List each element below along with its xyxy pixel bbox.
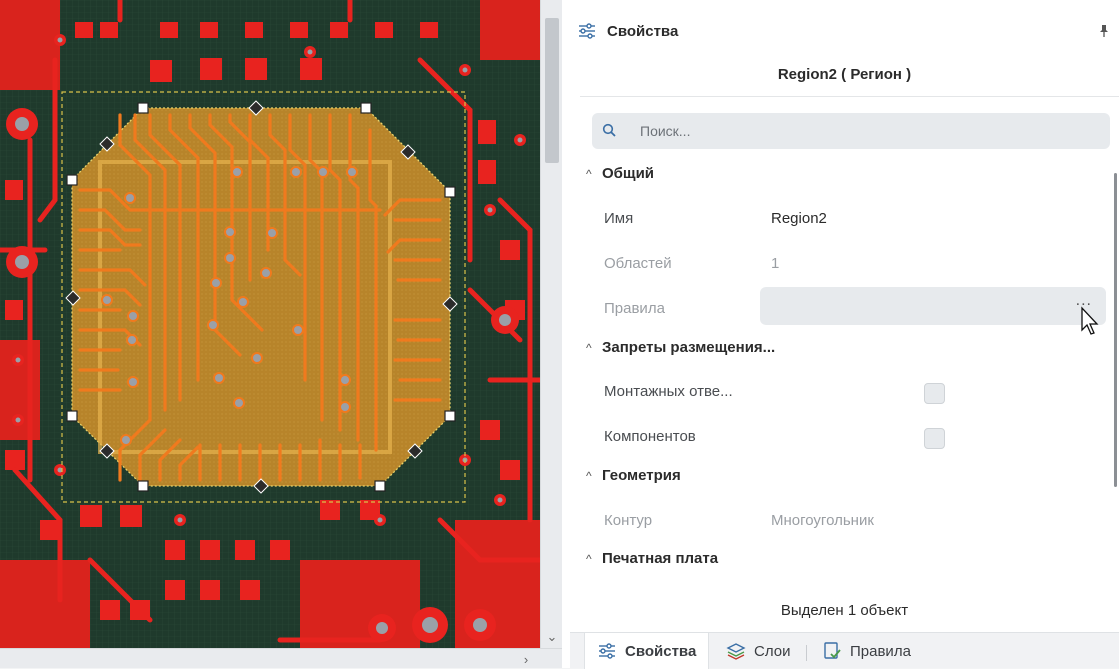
panel-title: Свойства [607,23,679,40]
selection-status: Выделен 1 объект [780,602,909,619]
layers-icon [726,643,746,660]
object-title: Region2 ( Регион ) [777,66,912,83]
section-general-header[interactable]: ^ Общий [586,165,654,182]
properties-body: Поиск... ^ Общий Имя Region2 Областей 1 П… [580,96,1119,590]
tab-properties[interactable]: Свойства [584,633,710,669]
chevron-up-icon: ^ [586,552,592,566]
name-label: Имя [604,210,634,227]
tab-properties-label: Свойства [625,642,697,660]
canvas-horizontal-scrollbar[interactable]: › [0,648,562,668]
sliders-icon [599,643,615,659]
scroll-right-icon[interactable]: › [516,649,536,669]
scroll-down-icon[interactable]: ⌄ [541,626,563,648]
properties-scrollbar[interactable] [1114,173,1117,487]
section-board-title: Печатная плата [602,550,719,567]
components-label: Компонентов [604,428,696,445]
chevron-up-icon: ^ [586,167,592,181]
panel-tabs: Свойства Слои Правила [570,632,1119,669]
section-placement-header[interactable]: ^ Запреты размещения... [586,339,775,356]
canvas-vertical-scrollbar[interactable]: ⌄ [540,0,562,648]
search-icon [602,123,616,137]
section-geometry-header[interactable]: ^ Геометрия [586,467,681,484]
search-placeholder: Поиск... [640,123,691,139]
section-placement-title: Запреты размещения... [602,339,776,356]
pcb-canvas[interactable] [0,0,540,648]
panel-header: Свойства [570,0,1119,60]
mounting-holes-checkbox[interactable] [924,383,945,404]
tab-rules-label: Правила [850,642,911,660]
tab-layers-label: Слои [754,642,791,660]
section-general-title: Общий [602,165,655,182]
sliders-icon [579,23,595,39]
rules-icon [824,642,841,659]
mouse-cursor-icon [1081,306,1099,335]
scrollbar-thumb[interactable] [545,18,559,163]
section-geometry-title: Геометрия [602,467,681,484]
pin-icon[interactable] [1097,24,1111,38]
name-value[interactable]: Region2 [771,210,827,227]
rules-field[interactable]: ... [760,287,1106,325]
contour-value: Многоугольник [771,512,874,529]
chevron-up-icon: ^ [586,341,592,355]
section-board-header[interactable]: ^ Печатная плата [586,550,718,567]
tab-divider [806,645,807,661]
chevron-up-icon: ^ [586,469,592,483]
components-checkbox[interactable] [924,428,945,449]
mounting-holes-label: Монтажных отве... [604,383,733,400]
areas-label: Областей [604,255,672,272]
panel-gap [562,0,570,668]
properties-panel: Свойства Region2 ( Регион ) Поиск... ^ Об… [570,0,1119,669]
tab-layers[interactable]: Слои [726,633,790,669]
tab-rules[interactable]: Правила [822,633,911,669]
search-input[interactable]: Поиск... [592,113,1110,149]
areas-value: 1 [771,255,780,272]
rules-label: Правила [604,300,665,317]
contour-label: Контур [604,512,653,529]
